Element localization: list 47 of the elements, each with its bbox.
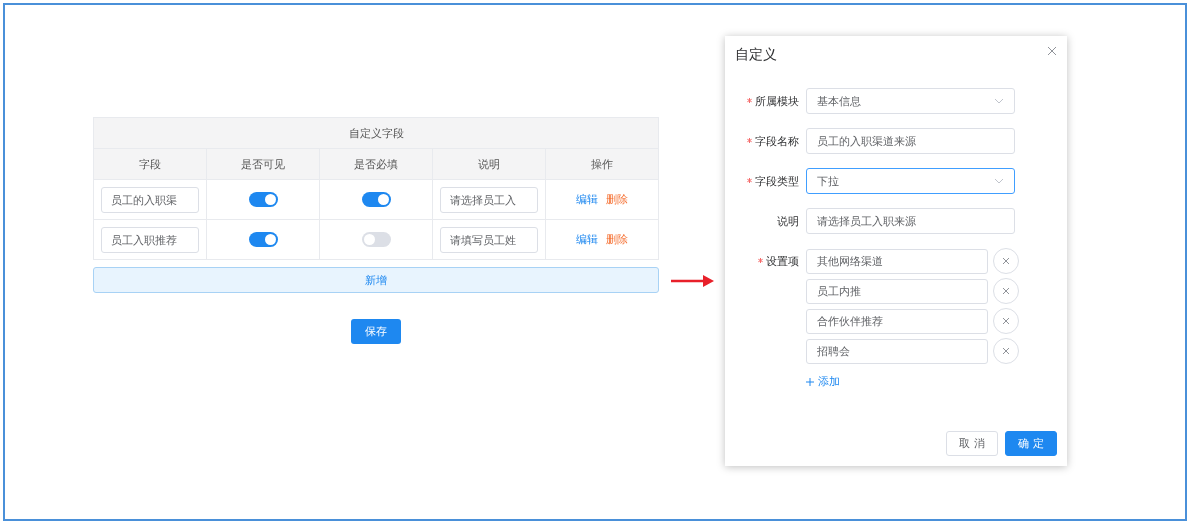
column-header: 是否必填 xyxy=(319,148,433,180)
remove-button[interactable] xyxy=(993,338,1019,364)
close-icon xyxy=(1002,287,1010,295)
edit-link[interactable]: 编辑 xyxy=(576,192,598,207)
remove-button[interactable] xyxy=(993,308,1019,334)
input-field[interactable]: 招聘会 xyxy=(806,338,988,364)
input-field[interactable]: 请选择员工入 xyxy=(440,186,538,213)
toggle-switch[interactable] xyxy=(248,232,278,247)
input-field[interactable]: 合作伙伴推荐 xyxy=(806,308,988,334)
cancel-button[interactable]: 取 消 xyxy=(946,431,998,456)
input-field[interactable]: 请填写员工姓 xyxy=(440,226,538,253)
plus-icon xyxy=(806,377,814,386)
edit-link[interactable]: 编辑 xyxy=(576,232,598,247)
form-label: 说明 xyxy=(777,215,799,227)
remove-button[interactable] xyxy=(993,278,1019,304)
select-field[interactable]: 下拉 xyxy=(806,168,1015,194)
confirm-button[interactable]: 确 定 xyxy=(1005,431,1057,456)
input-field[interactable]: 其他网络渠道 xyxy=(806,248,988,274)
close-icon xyxy=(1002,257,1010,265)
input-field[interactable]: 员工内推 xyxy=(806,278,988,304)
dialog-title: 自定义 xyxy=(735,46,777,64)
table-title: 自定义字段 xyxy=(93,117,659,149)
form-label: 字段类型 xyxy=(755,175,799,187)
toggle-switch[interactable] xyxy=(248,192,278,207)
add-link[interactable]: 添加 xyxy=(806,374,840,389)
close-icon xyxy=(1002,317,1010,325)
close-icon[interactable] xyxy=(1047,46,1057,56)
select-field[interactable]: 基本信息 xyxy=(806,88,1015,114)
input-field[interactable]: 员工入职推荐 xyxy=(101,226,199,253)
chevron-down-icon xyxy=(994,178,1004,184)
column-header: 说明 xyxy=(432,148,546,180)
toggle-switch[interactable] xyxy=(361,192,391,207)
column-header: 是否可见 xyxy=(206,148,320,180)
save-button[interactable]: 保存 xyxy=(351,319,401,344)
form-label: 所属模块 xyxy=(755,95,799,107)
toggle-switch[interactable] xyxy=(361,232,391,247)
arrow-icon xyxy=(671,273,715,289)
input-field[interactable]: 员工的入职渠 xyxy=(101,186,199,213)
input-field[interactable]: 员工的入职渠道来源 xyxy=(806,128,1015,154)
form-label: 设置项 xyxy=(766,255,799,267)
close-icon xyxy=(1002,347,1010,355)
column-header: 操作 xyxy=(545,148,659,180)
chevron-down-icon xyxy=(994,98,1004,104)
remove-button[interactable] xyxy=(993,248,1019,274)
input-field[interactable]: 请选择员工入职来源 xyxy=(806,208,1015,234)
form-label: 字段名称 xyxy=(755,135,799,147)
column-header: 字段 xyxy=(93,148,207,180)
